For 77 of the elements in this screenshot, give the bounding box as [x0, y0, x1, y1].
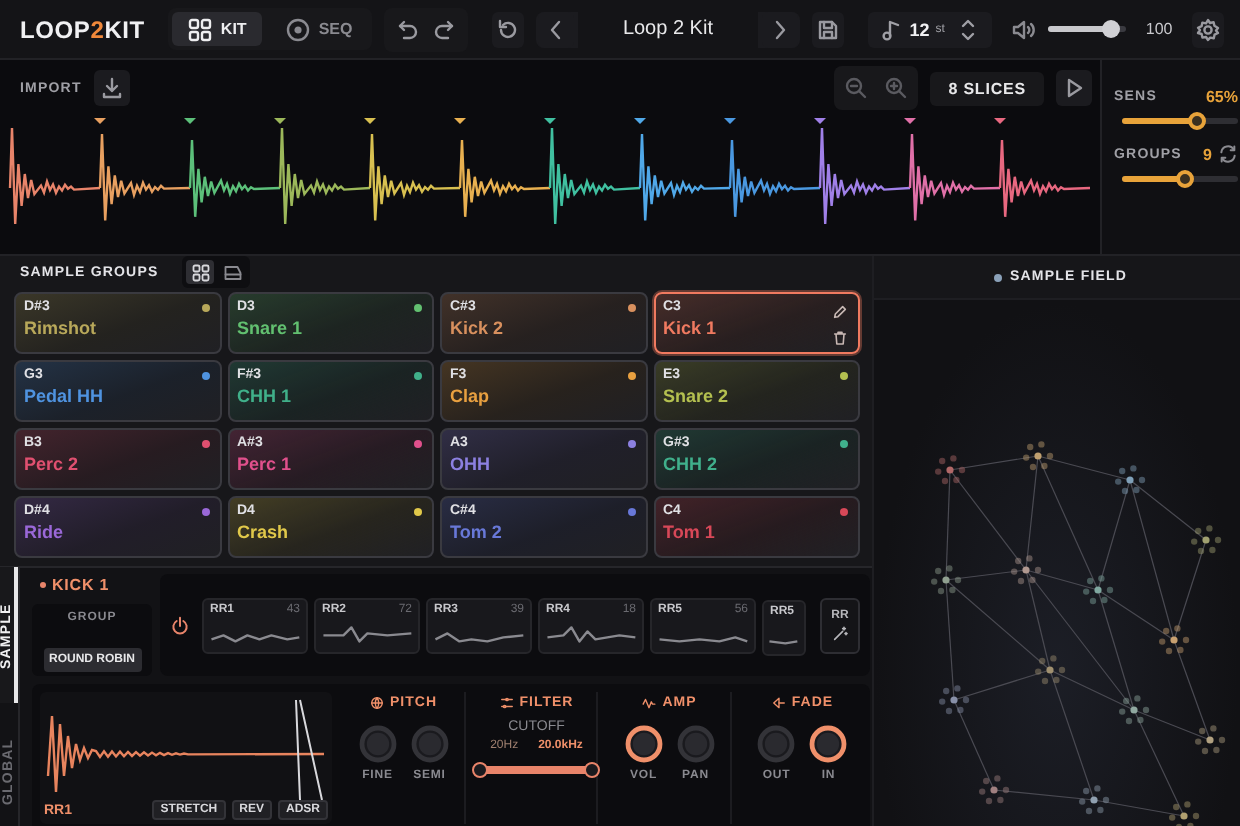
waveform-icon [768, 640, 800, 645]
circle-icon [286, 17, 311, 41]
download-icon [99, 76, 124, 100]
undo-icon [394, 17, 419, 41]
play-button[interactable] [1056, 70, 1092, 106]
pad-name: Ride [24, 522, 64, 542]
grid-icon [188, 17, 213, 41]
pad-name: Tom 1 [663, 522, 715, 542]
slice-marker[interactable] [274, 118, 286, 124]
settings-icon [1196, 17, 1221, 41]
zoom-in-icon [884, 76, 909, 100]
view-toggle[interactable] [186, 260, 215, 284]
knob[interactable] [623, 724, 664, 764]
knob[interactable] [808, 724, 849, 764]
slice-marker[interactable] [994, 118, 1006, 124]
sample-name: KICK 1 [52, 576, 110, 594]
magic-wand-icon [832, 625, 848, 641]
slice-marker[interactable] [544, 118, 556, 124]
note-icon [879, 17, 904, 41]
slice-marker[interactable] [904, 118, 916, 124]
settings-button[interactable] [1192, 11, 1225, 47]
mode-tab[interactable]: SEQ [270, 12, 369, 46]
waveform-icon [209, 634, 301, 643]
pad-name: Perc 2 [24, 454, 79, 474]
play-icon [1062, 76, 1086, 100]
waveform-icon [321, 626, 413, 643]
reset-button[interactable] [492, 11, 524, 47]
slice-marker[interactable] [364, 118, 376, 124]
slice-marker[interactable] [454, 118, 466, 124]
zoom-out-icon [844, 76, 869, 100]
save-button[interactable] [811, 11, 844, 47]
trash-icon [832, 330, 848, 346]
waveform-icon [545, 626, 637, 643]
import-button[interactable] [93, 70, 130, 106]
refresh-icon [1218, 144, 1238, 164]
slice-marker[interactable] [634, 118, 646, 124]
pad-name: Kick 2 [450, 318, 504, 338]
pad-name: Kick 1 [663, 318, 717, 338]
globe-icon [370, 696, 384, 710]
pad-name: Snare 2 [663, 386, 729, 406]
reset-icon [496, 17, 521, 41]
logo: LOOP2KIT [20, 15, 145, 43]
waveform-icon [433, 632, 525, 643]
pencil-icon [832, 304, 848, 320]
pad-name: CHH 2 [663, 454, 718, 474]
pad-name: Pedal HH [24, 386, 104, 406]
fade-icon [771, 696, 786, 710]
pad-name: Snare 1 [237, 318, 303, 338]
pad-name: Perc 1 [237, 454, 292, 474]
slice-marker[interactable] [184, 118, 196, 124]
sliders-icon [499, 696, 514, 710]
pad-name: Rimshot [24, 318, 96, 338]
save-icon [815, 17, 840, 41]
speaker-icon [1012, 17, 1037, 41]
grid-icon [191, 263, 210, 281]
pad-name: Clap [450, 386, 490, 406]
status-dot [40, 582, 46, 588]
slider[interactable] [1122, 176, 1238, 182]
waveform-icon [657, 636, 749, 643]
redo-icon [434, 17, 459, 41]
slice-marker[interactable] [94, 118, 106, 124]
mode-tab[interactable]: KIT [172, 12, 263, 46]
status-dot [994, 273, 1002, 281]
pad-name: Tom 2 [450, 522, 502, 542]
parameter-value: 65% [1205, 88, 1238, 106]
slice-marker[interactable] [724, 118, 736, 124]
slider[interactable] [1122, 118, 1238, 124]
pad-name: CHH 1 [237, 386, 292, 406]
volume-reading: 100 [1145, 20, 1173, 38]
pad-name: OHH [450, 454, 490, 474]
slices-button[interactable]: 8 SLICES [930, 71, 1044, 105]
slice-marker[interactable] [814, 118, 826, 124]
pad-name: Crash [237, 522, 289, 542]
parameter-value: 9 [1203, 145, 1212, 163]
preset-name[interactable]: Loop 2 Kit [577, 11, 758, 47]
slider[interactable] [1048, 26, 1126, 32]
waveform-icon [642, 696, 657, 710]
